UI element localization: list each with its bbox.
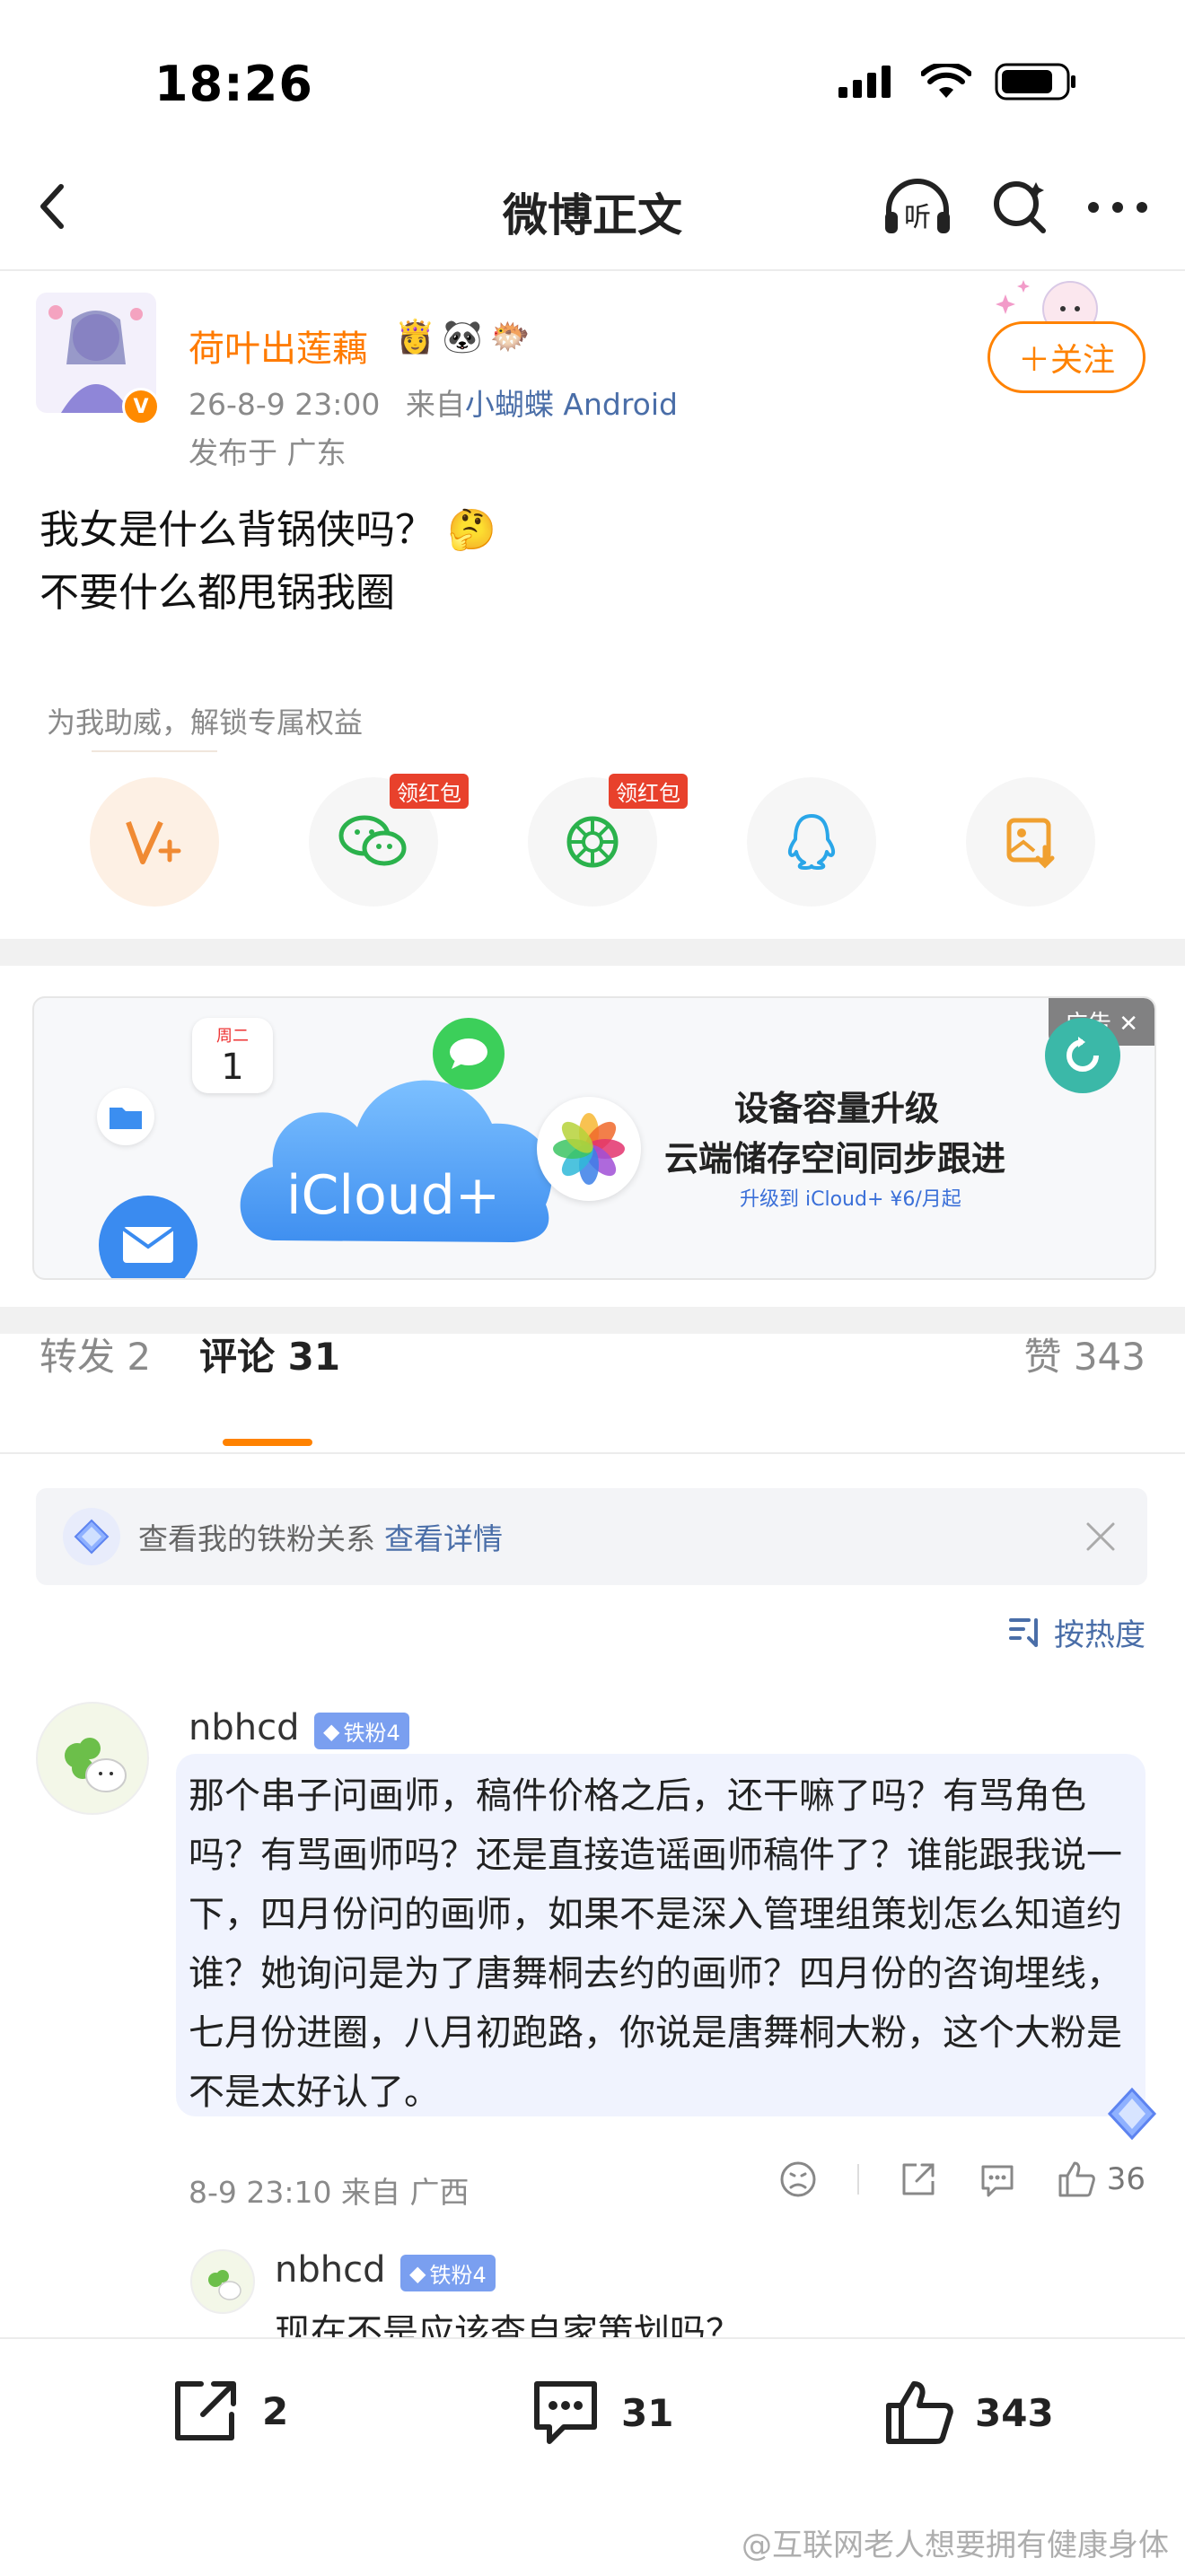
- author-badges: 👸 🐼 🐡: [395, 318, 530, 355]
- like-action[interactable]: 36: [1057, 2160, 1146, 2199]
- fan-banner-link[interactable]: 查看详情: [384, 1515, 503, 1558]
- qq-icon: [787, 814, 836, 870]
- post-location: 发布于 广东: [189, 435, 347, 470]
- reply-fan-badge: ◆ 铁粉4: [400, 2255, 496, 2291]
- tab-bar: [0, 1334, 1185, 1450]
- svg-text:听: 听: [904, 202, 931, 233]
- redpack-badge: 领红包: [390, 774, 469, 809]
- fan-banner[interactable]: 查看我的铁粉关系 查看详情: [36, 1488, 1147, 1585]
- tab-active-indicator: [223, 1439, 312, 1446]
- follow-button[interactable]: ＋关注: [988, 321, 1146, 393]
- share-icon[interactable]: [899, 2160, 938, 2199]
- sort-label: 按热度: [1054, 1617, 1146, 1653]
- badge-panda-icon: 🐼: [442, 319, 483, 355]
- post-time: 26-8-9 23:00: [189, 387, 381, 422]
- nav-actions: 听: [882, 176, 1149, 239]
- badge-crown-icon: 👸: [395, 319, 435, 355]
- actions-separator: [856, 2164, 859, 2195]
- repost-icon: [175, 2381, 236, 2440]
- sort-button[interactable]: 按热度: [1009, 1610, 1146, 1654]
- bottom-comment-button[interactable]: 31: [530, 2379, 673, 2447]
- like-count: 343: [975, 2390, 1054, 2435]
- post-text-line2: 不要什么都甩锅我圈: [40, 570, 395, 616]
- tab-divider: [0, 1452, 1185, 1454]
- share-qq-button[interactable]: [747, 777, 876, 907]
- ad-title2: 云端储存空间同步跟进: [664, 1139, 1006, 1178]
- save-image-icon: [1006, 818, 1055, 869]
- photos-icon: [537, 1097, 641, 1201]
- author-name[interactable]: 荷叶出莲藕: [189, 320, 368, 372]
- share-moments-button[interactable]: 领红包: [528, 774, 688, 907]
- boost-label: 为我助威，解锁专属权益: [47, 705, 364, 740]
- tab-repost[interactable]: 转发 2: [40, 1327, 151, 1381]
- post-text: 我女是什么背锅侠吗？ 🤔 不要什么都甩锅我圈: [40, 499, 496, 625]
- share-wechat-button[interactable]: 领红包: [309, 774, 469, 907]
- bottom-like-button[interactable]: 343: [883, 2379, 1054, 2447]
- status-icons: [838, 63, 1077, 101]
- listen-icon[interactable]: 听: [882, 176, 953, 239]
- reply-author[interactable]: nbhcd: [275, 2249, 385, 2291]
- vplus-button[interactable]: [90, 777, 219, 907]
- badge-diamond-icon: ◆: [409, 2260, 426, 2286]
- reply-avatar[interactable]: [190, 2249, 255, 2314]
- messages-icon: [433, 1018, 505, 1090]
- bubble-diamond-icon: [1107, 2087, 1157, 2141]
- post-text-line1: 我女是什么背锅侠吗？ 🤔: [40, 507, 496, 553]
- search-icon[interactable]: [989, 177, 1050, 238]
- moments-icon: [566, 816, 619, 868]
- like-icon: [886, 2381, 953, 2444]
- ad-title1: 设备容量升级: [734, 1089, 940, 1128]
- comment-author[interactable]: nbhcd: [189, 1707, 299, 1748]
- save-image-button[interactable]: [966, 777, 1095, 907]
- fan-banner-text: 查看我的铁粉关系: [138, 1521, 375, 1556]
- mail-icon: [99, 1196, 198, 1278]
- wifi-icon: [921, 64, 971, 98]
- tab-comment[interactable]: 评论 31: [199, 1327, 340, 1381]
- icloud-text: iCloud+: [286, 1164, 500, 1227]
- repost-count: 2: [262, 2388, 289, 2433]
- backup-icon: [1045, 1018, 1120, 1093]
- fan-level-badge: ◆ 铁粉4: [314, 1713, 409, 1749]
- bottom-repost-button[interactable]: 2: [171, 2379, 288, 2443]
- reply-icon[interactable]: [978, 2160, 1017, 2199]
- tab-like[interactable]: 赞 343: [1023, 1327, 1146, 1381]
- comment-actions: 36: [778, 2160, 1146, 2199]
- boost-underline: [92, 750, 217, 752]
- comment-icon: [534, 2381, 597, 2444]
- folder-icon: [97, 1088, 154, 1145]
- comment-meta: 8-9 23:10 来自 广西: [189, 2175, 470, 2210]
- watermark: @互联网老人想要拥有健康身体: [742, 2528, 1169, 2563]
- wechat-icon: [338, 815, 407, 866]
- verified-badge-icon: V: [122, 388, 160, 425]
- diamond-icon: [63, 1508, 120, 1565]
- badge-diamond-icon: ◆: [323, 1718, 340, 1744]
- ad-card[interactable]: 广告 ✕ 周二 1 iCloud+: [32, 996, 1156, 1280]
- status-time: 18:26: [154, 56, 313, 112]
- redpack-badge: 领红包: [609, 774, 688, 809]
- signal-icon: [838, 66, 891, 98]
- more-icon[interactable]: [1086, 198, 1149, 216]
- comment-like-count: 36: [1106, 2161, 1146, 2197]
- post-meta: 26-8-9 23:00 来自小蝴蝶 Android: [189, 381, 678, 424]
- battery-icon: [995, 63, 1075, 101]
- vplus-icon: [126, 820, 181, 864]
- comment-avatar[interactable]: [36, 1702, 149, 1815]
- badge-fish-icon: 🐡: [489, 319, 531, 355]
- reply-text: 现在不是应该查自家策划吗？: [275, 2312, 742, 2339]
- icloud-cloud-icon: iCloud+: [240, 1080, 552, 1242]
- sort-icon: [1009, 1617, 1038, 1647]
- ad-subtitle: 升级到 iCloud+ ¥6/月起: [740, 1188, 961, 1211]
- post-source-prefix: 来自: [405, 387, 465, 422]
- section-divider: [0, 939, 1185, 966]
- comment-text: 那个串子问画师，稿件价格之后，还干嘛了吗？有骂角色吗？有骂画师吗？还是直接造谣画…: [189, 1775, 1122, 2113]
- thumbs-up-icon: [1058, 2161, 1095, 2197]
- comment-count: 31: [621, 2390, 674, 2435]
- section-divider: [0, 1307, 1185, 1334]
- dislike-face-icon[interactable]: [778, 2160, 818, 2199]
- share-row: 领红包 领红包: [90, 774, 1095, 907]
- close-icon[interactable]: [1084, 1520, 1117, 1553]
- post-source[interactable]: 小蝴蝶 Android: [465, 387, 678, 422]
